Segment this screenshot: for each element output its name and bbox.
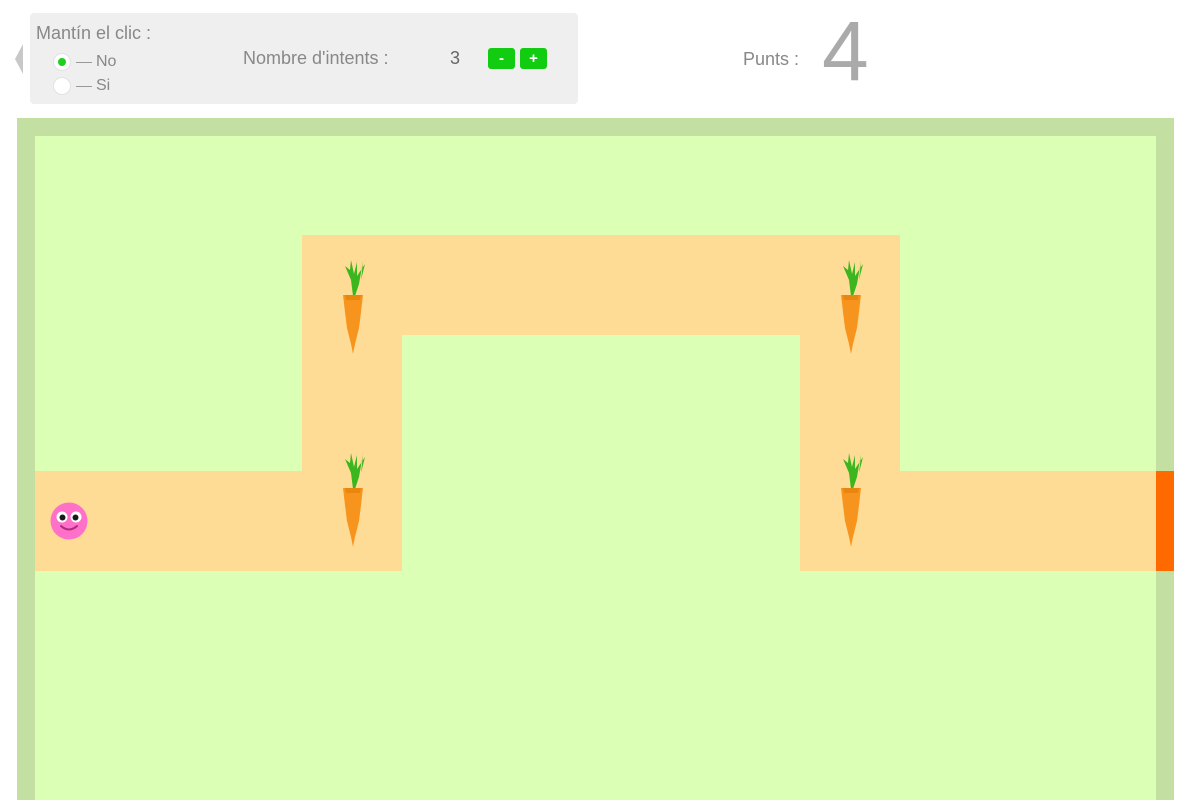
dash-divider: [76, 85, 92, 87]
hold-click-option-no[interactable]: No: [53, 53, 116, 71]
smiley-player-icon[interactable]: [49, 501, 89, 541]
score-value: 4: [822, 4, 869, 98]
option-no-label: No: [96, 53, 117, 70]
option-si-label: Si: [96, 77, 111, 94]
carrot-icon[interactable]: [333, 451, 373, 547]
radio-no[interactable]: [53, 53, 71, 71]
game-board[interactable]: [17, 118, 1174, 800]
attempts-value: 3: [450, 48, 461, 68]
settings-panel: Mantín el clic : No Si Nombre d'intents …: [30, 13, 578, 104]
carrot-icon[interactable]: [333, 258, 373, 354]
increase-attempts-button[interactable]: +: [520, 48, 547, 69]
attempts-label: Nombre d'intents :: [243, 48, 389, 68]
hold-click-label: Mantín el clic :: [36, 23, 152, 43]
back-arrow-icon[interactable]: [15, 44, 23, 74]
carrot-icon[interactable]: [831, 451, 871, 547]
decrease-attempts-button[interactable]: -: [488, 48, 515, 69]
hold-click-option-si[interactable]: Si: [53, 77, 110, 95]
carrot-icon[interactable]: [831, 258, 871, 354]
exit-gate[interactable]: [1156, 471, 1174, 571]
score-label: Punts :: [743, 49, 800, 69]
dash-divider: [76, 61, 92, 63]
radio-si[interactable]: [53, 77, 71, 95]
